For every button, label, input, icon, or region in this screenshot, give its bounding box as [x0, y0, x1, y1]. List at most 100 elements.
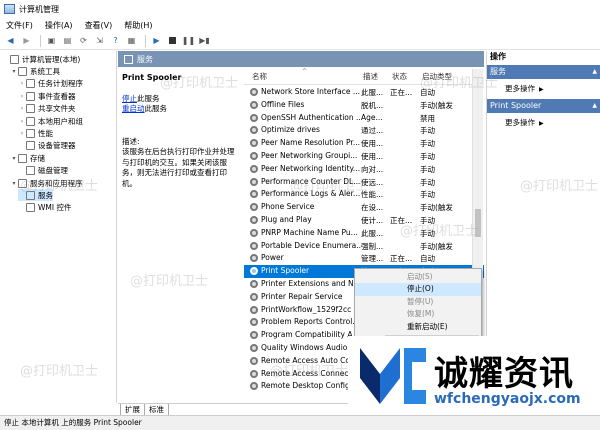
column-description[interactable]: 描述: [363, 71, 378, 82]
actions-group-services-label: 服务: [490, 67, 506, 76]
column-status[interactable]: 状态: [392, 71, 407, 82]
expand-arrow-icon[interactable]: ▾: [10, 155, 18, 162]
tree-item[interactable]: 服务: [18, 189, 53, 202]
table-row[interactable]: Portable Device Enumera... 强制... 手动(触发: [244, 240, 484, 253]
table-row[interactable]: Offline Files 脱机... 手动(触发: [244, 99, 484, 112]
column-name[interactable]: 名称: [252, 71, 267, 82]
tree-item[interactable]: › 事件查看器: [18, 90, 76, 102]
actions-group-services[interactable]: 服务 ▲: [487, 65, 600, 79]
actions-group-print-spooler[interactable]: Print Spooler ▲: [487, 99, 600, 113]
tree-item-label: 共享文件夹: [38, 104, 76, 114]
expand-arrow-icon[interactable]: ▾: [10, 68, 18, 75]
restart-service-link[interactable]: 重启动: [122, 104, 145, 113]
tree-item[interactable]: ▾ 存储: [10, 152, 45, 164]
tree-item[interactable]: › 本地用户和组: [18, 115, 83, 127]
service-gear-icon: [250, 216, 258, 224]
service-gear-icon: [250, 241, 258, 250]
start-service-icon[interactable]: ▶: [150, 34, 163, 47]
service-name: Peer Networking Identity...: [261, 163, 361, 173]
table-row[interactable]: Peer Name Resolution Pr... 使用... 手动: [244, 137, 484, 150]
restart-service-icon[interactable]: ▶▮: [198, 34, 211, 47]
device-icon: [26, 141, 35, 151]
service-description: 在设...: [361, 203, 384, 213]
service-name: Program Compatibility A...: [261, 330, 360, 340]
submenu-arrow-icon: ▶: [539, 120, 544, 127]
actions-more-2[interactable]: 更多操作 ▶: [505, 117, 544, 128]
service-status: 正在...: [390, 254, 413, 264]
menu-item[interactable]: 文件(F): [6, 20, 33, 31]
expand-arrow-icon[interactable]: ›: [18, 80, 26, 87]
table-row[interactable]: OpenSSH Authentication ... Age... 禁用: [244, 112, 484, 125]
service-gear-icon: [250, 88, 258, 96]
tree-item[interactable]: › 任务计划程序: [18, 78, 83, 90]
context-menu-item-label: 恢复(M): [407, 309, 435, 319]
back-icon[interactable]: ◀: [4, 34, 17, 47]
stop-service-link[interactable]: 停止: [122, 94, 137, 103]
services-pane-title: 服务: [137, 54, 153, 64]
table-row[interactable]: PNRP Machine Name Pu... 此服... 手动: [244, 227, 484, 240]
forward-icon[interactable]: ▶: [20, 34, 33, 47]
event-icon: [26, 91, 35, 101]
expand-arrow-icon[interactable]: ›: [18, 93, 26, 100]
tree-item[interactable]: › 性能: [18, 127, 53, 139]
tree-item[interactable]: › 共享文件夹: [18, 103, 76, 115]
computer-management-icon: [4, 4, 15, 14]
tree-item[interactable]: ▾ 服务和应用程序: [10, 177, 83, 189]
submenu-arrow-icon: ▶: [539, 86, 544, 93]
refresh-icon[interactable]: ⟳: [77, 34, 90, 47]
tree-item[interactable]: 计算机管理(本地): [2, 53, 80, 65]
title-bar: 计算机管理: [0, 0, 600, 18]
folder-up-icon[interactable]: ▣: [45, 34, 58, 47]
expand-arrow-icon[interactable]: ›: [18, 118, 26, 125]
help-icon[interactable]: ?: [109, 34, 122, 47]
context-menu-item[interactable]: 停止(O): [355, 283, 481, 296]
brand-url: wfchengyaojx.com: [434, 391, 581, 407]
service-name: Print Spooler: [261, 266, 310, 276]
table-row[interactable]: Peer Networking Groupi... 使用... 手动: [244, 150, 484, 163]
table-row[interactable]: Optimize drives 通过... 手动: [244, 124, 484, 137]
export-list-icon[interactable]: ⇲: [93, 34, 106, 47]
stop-service-icon[interactable]: [166, 34, 179, 47]
service-gear-icon: [250, 280, 258, 288]
column-startup-type[interactable]: 启动类型: [422, 71, 452, 82]
description-label: 描述:: [122, 136, 140, 146]
service-startup-type: 手动: [420, 126, 435, 136]
computer-icon: [10, 54, 19, 64]
expand-arrow-icon[interactable]: ›: [18, 130, 26, 137]
actions-more-1[interactable]: 更多操作 ▶: [505, 83, 544, 94]
expand-arrow-icon[interactable]: ›: [18, 105, 26, 112]
table-row[interactable]: Performance Logs & Aler... 性能... 手动: [244, 188, 484, 201]
collapse-caret-icon: ▲: [592, 102, 597, 109]
scrollbar-thumb[interactable]: [475, 209, 481, 237]
table-row[interactable]: Peer Networking Identity... 向对... 手动: [244, 163, 484, 176]
tree-item[interactable]: 磁盘管理: [18, 165, 68, 177]
expand-arrow-icon[interactable]: ▾: [10, 180, 18, 187]
menu-item[interactable]: 操作(A): [45, 20, 73, 31]
table-row[interactable]: Power 管理... 正在... 自动: [244, 252, 484, 265]
table-row[interactable]: Plug and Play 使计... 正在... 手动: [244, 214, 484, 227]
service-gear-icon: [250, 305, 258, 314]
service-name: Plug and Play: [261, 215, 312, 224]
service-description: 此服...: [361, 228, 384, 238]
table-row[interactable]: Phone Service 在设... 手动(触发: [244, 201, 484, 214]
table-row[interactable]: Performance Counter DL... 使远... 手动: [244, 176, 484, 189]
brand-overlay: 诚耀资讯 wfchengyaojx.com: [348, 336, 600, 415]
service-description: 使用...: [361, 139, 384, 149]
restart-service-line: 重启动此服务: [122, 104, 238, 115]
pause-service-icon[interactable]: ❚❚: [182, 34, 195, 47]
service-startup-type: 手动(触发: [420, 203, 453, 213]
menu-item[interactable]: 帮助(H): [124, 20, 152, 31]
users-icon: [26, 116, 35, 126]
menu-bar: 文件(F) 操作(A) 查看(V) 帮助(H): [0, 18, 600, 32]
tree-item[interactable]: ▾ 系统工具: [10, 65, 60, 77]
table-row[interactable]: Network Store Interface ... 此服... 正在... 自动: [244, 86, 484, 99]
context-menu-item[interactable]: 重新启动(E): [355, 321, 481, 333]
menu-item[interactable]: 查看(V): [85, 20, 113, 31]
window-title: 计算机管理: [19, 4, 59, 14]
toolbar-separator: [40, 34, 41, 47]
service-name: OpenSSH Authentication ...: [261, 112, 361, 122]
properties-icon[interactable]: ▦: [125, 34, 138, 47]
tree-item[interactable]: 设备管理器: [18, 140, 76, 152]
show-hide-tree-icon[interactable]: ▤: [61, 34, 74, 47]
tree-item[interactable]: WMI 控件: [18, 202, 71, 214]
